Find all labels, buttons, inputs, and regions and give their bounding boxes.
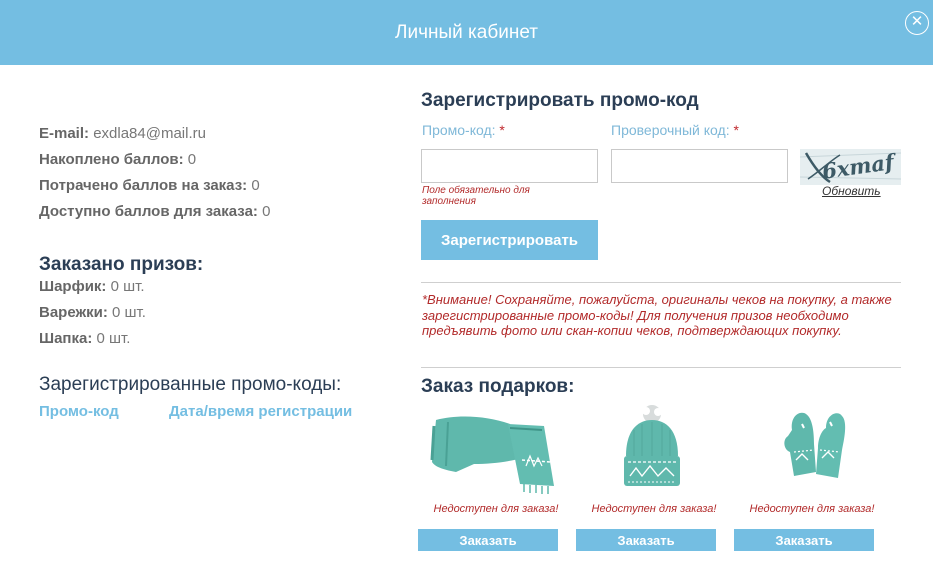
prize-row-hat: Шапка: 0 шт. bbox=[39, 329, 146, 355]
divider bbox=[421, 367, 901, 368]
spent-row: Потрачено баллов на заказ: 0 bbox=[39, 176, 270, 202]
gift-unavailable-text: Недоступен для заказа! bbox=[749, 503, 875, 515]
prize-row-scarf: Шарфик: 0 шт. bbox=[39, 277, 146, 303]
earned-row: Накоплено баллов: 0 bbox=[39, 150, 270, 176]
email-value: exdla84@mail.ru bbox=[93, 125, 206, 142]
close-icon: ✕ bbox=[910, 13, 924, 30]
ordered-prizes-heading: Заказано призов: bbox=[39, 254, 204, 275]
scarf-icon bbox=[430, 416, 554, 494]
promo-code-input[interactable] bbox=[421, 149, 598, 183]
prize-label: Шарфик: bbox=[39, 278, 107, 295]
promo-code-label-text: Промо-код: bbox=[422, 122, 496, 138]
register-promo-heading: Зарегистрировать промо-код bbox=[421, 90, 699, 111]
order-hat-button[interactable]: Заказать bbox=[576, 529, 716, 551]
column-header-registration-date[interactable]: Дата/время регистрации bbox=[169, 403, 352, 420]
spent-value: 0 bbox=[251, 177, 260, 194]
gift-card-hat: Недоступен для заказа! Заказать bbox=[576, 400, 732, 560]
warning-notice: *Внимание! Сохраняйте, пожалуйста, ориги… bbox=[422, 292, 892, 338]
hat-icon bbox=[624, 405, 680, 486]
spent-label: Потрачено баллов на заказ: bbox=[39, 177, 248, 194]
required-mark: * bbox=[499, 122, 505, 138]
modal-header: Личный кабинет bbox=[0, 0, 933, 65]
gift-card-scarf: Недоступен для заказа! Заказать bbox=[418, 400, 574, 560]
gift-card-mittens: Недоступен для заказа! Заказать bbox=[734, 400, 890, 560]
email-row: E-mail: exdla84@mail.ru bbox=[39, 124, 270, 150]
check-code-label: Проверочный код: * bbox=[611, 122, 739, 138]
registered-codes-heading: Зарегистрированные промо-коды: bbox=[39, 374, 342, 395]
close-button[interactable]: ✕ bbox=[905, 11, 929, 35]
email-label: E-mail: bbox=[39, 125, 90, 142]
prize-count: 0 шт. bbox=[110, 278, 145, 295]
register-button[interactable]: Зарегистрировать bbox=[421, 220, 598, 260]
promo-code-label: Промо-код: * bbox=[422, 122, 505, 138]
gift-unavailable-text: Недоступен для заказа! bbox=[433, 503, 559, 515]
check-code-label-text: Проверочный код: bbox=[611, 122, 730, 138]
captcha-graphic: 6xmaf bbox=[800, 149, 901, 184]
captcha-image: 6xmaf bbox=[800, 149, 901, 185]
gift-order-heading: Заказ подарков: bbox=[421, 376, 575, 397]
gift-unavailable-text: Недоступен для заказа! bbox=[591, 503, 717, 515]
account-info: E-mail: exdla84@mail.ru Накоплено баллов… bbox=[39, 124, 270, 228]
required-mark: * bbox=[733, 122, 739, 138]
order-mittens-button[interactable]: Заказать bbox=[734, 529, 874, 551]
prize-row-mittens: Варежки: 0 шт. bbox=[39, 303, 146, 329]
column-header-promo-code[interactable]: Промо-код bbox=[39, 403, 119, 420]
earned-label: Накоплено баллов: bbox=[39, 151, 184, 168]
divider bbox=[421, 282, 901, 283]
available-label: Доступно баллов для заказа: bbox=[39, 203, 258, 220]
promo-code-error: Поле обязательно для заполнения bbox=[422, 185, 530, 207]
prize-label: Варежки: bbox=[39, 304, 108, 321]
available-value: 0 bbox=[262, 203, 271, 220]
prize-label: Шапка: bbox=[39, 330, 93, 347]
order-scarf-button[interactable]: Заказать bbox=[418, 529, 558, 551]
captcha-refresh-link[interactable]: Обновить bbox=[822, 184, 881, 198]
check-code-input[interactable] bbox=[611, 149, 788, 183]
ordered-prizes-list: Шарфик: 0 шт. Варежки: 0 шт. Шапка: 0 шт… bbox=[39, 277, 146, 355]
mittens-icon bbox=[784, 412, 846, 478]
modal-title: Личный кабинет bbox=[395, 22, 538, 43]
earned-value: 0 bbox=[187, 151, 197, 168]
prize-count: 0 шт. bbox=[112, 304, 146, 321]
available-row: Доступно баллов для заказа: 0 bbox=[39, 202, 270, 228]
prize-count: 0 шт. bbox=[96, 330, 131, 347]
